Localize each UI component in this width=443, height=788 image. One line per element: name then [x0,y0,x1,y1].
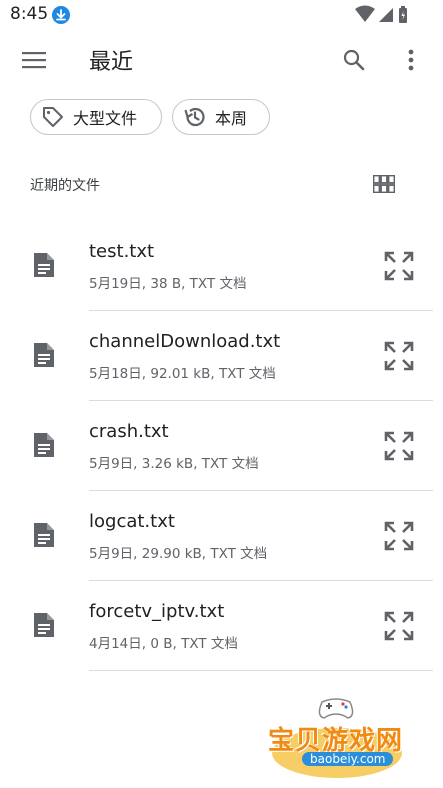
expand-icon [384,431,414,461]
app-bar: 最近 [0,30,443,88]
preview-button[interactable] [380,247,418,285]
status-bar: 8:45 [0,0,443,30]
section-header: 近期的文件 [30,178,100,194]
hamburger-menu-icon [22,52,46,69]
file-name: logcat.txt [89,511,175,532]
file-row[interactable]: test.txt 5月19日, 38 B, TXT 文档 [0,221,443,311]
text-file-icon [34,523,54,547]
file-meta: 5月19日, 38 B, TXT 文档 [89,276,247,292]
text-file-icon [34,253,54,277]
file-meta: 4月14日, 0 B, TXT 文档 [89,636,238,652]
preview-button[interactable] [380,427,418,465]
file-row[interactable]: crash.txt 5月9日, 3.26 kB, TXT 文档 [0,401,443,491]
history-icon [184,107,205,127]
file-row[interactable]: channelDownload.txt 5月18日, 92.01 kB, TXT… [0,311,443,401]
text-file-icon [34,343,54,367]
status-time: 8:45 [10,4,49,24]
tag-icon [43,107,63,127]
expand-icon [384,521,414,551]
file-name: crash.txt [89,421,169,442]
text-file-icon [34,613,54,637]
menu-button[interactable] [14,40,54,80]
page-title: 最近 [89,50,134,75]
file-meta: 5月9日, 29.90 kB, TXT 文档 [89,546,268,562]
preview-button[interactable] [380,607,418,645]
expand-icon [384,611,414,641]
download-notification-icon [52,6,70,24]
file-row[interactable]: forcetv_iptv.txt 4月14日, 0 B, TXT 文档 [0,581,443,671]
preview-button[interactable] [380,517,418,555]
file-name: test.txt [89,241,155,262]
more-vert-icon [408,49,414,71]
search-button[interactable] [334,40,374,80]
watermark: 宝贝游戏网 baobeiy.com [262,692,412,784]
gamepad-icon [318,698,354,719]
file-meta: 5月18日, 92.01 kB, TXT 文档 [89,366,276,382]
file-meta: 5月9日, 3.26 kB, TXT 文档 [89,456,259,472]
battery-icon [399,6,407,23]
file-name: forcetv_iptv.txt [89,601,225,622]
status-icons [355,5,407,23]
chip-this-week-label: 本周 [215,109,248,128]
grid-view-button[interactable] [366,166,402,202]
expand-icon [384,341,414,371]
text-file-icon [34,433,54,457]
file-row[interactable]: logcat.txt 5月9日, 29.90 kB, TXT 文档 [0,491,443,581]
wifi-icon [355,5,375,22]
search-icon [343,49,365,71]
signal-icon [379,8,393,22]
expand-icon [384,251,414,281]
chip-large-files-label: 大型文件 [73,109,138,128]
preview-button[interactable] [380,337,418,375]
chip-this-week[interactable]: 本周 [172,99,270,135]
row-divider [89,670,433,671]
chip-large-files[interactable]: 大型文件 [30,99,162,135]
watermark-url: baobeiy.com [302,752,394,766]
more-options-button[interactable] [391,40,431,80]
file-name: channelDownload.txt [89,331,281,352]
grid-view-icon [373,175,395,193]
